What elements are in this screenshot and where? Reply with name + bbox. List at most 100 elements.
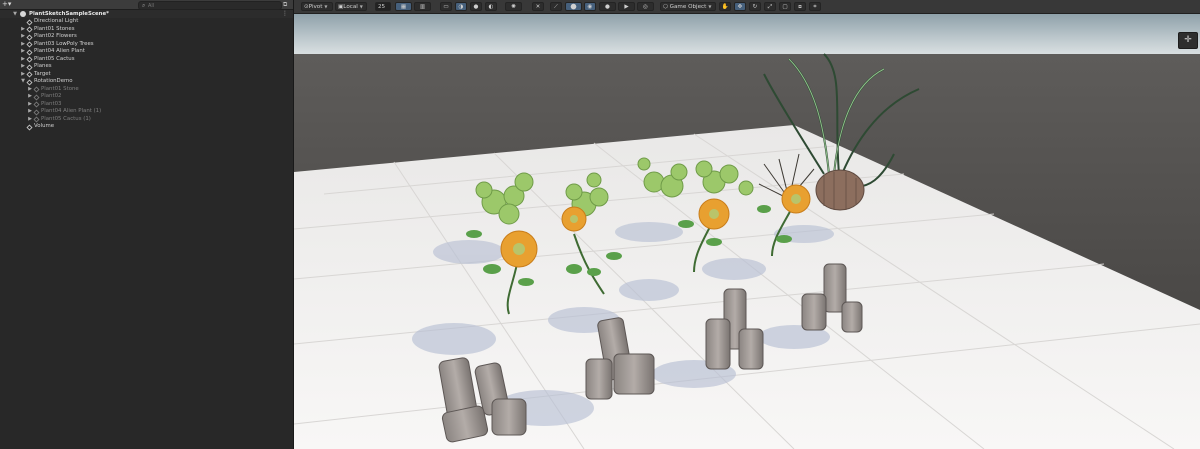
hierarchy-item[interactable]: ▶ Plant02 — [0, 93, 293, 101]
camera-settings-icon[interactable]: ● — [599, 2, 616, 11]
game-object-dropdown[interactable]: ⬡ Game Object ▼ — [660, 2, 716, 11]
scene-name: PlantSketchSampleScene* — [29, 11, 109, 17]
hierarchy-options-icon[interactable]: ⧉ — [283, 1, 291, 8]
hierarchy-item[interactable]: ▶ Plant04 Alien Plant (1) — [0, 108, 293, 116]
sky — [294, 14, 1200, 54]
game-object-label: Game Object — [669, 4, 707, 10]
hierarchy-item[interactable]: ▶ Target — [0, 71, 293, 79]
hierarchy-item-label: Plant04 Alien Plant (1) — [41, 108, 102, 114]
hierarchy-item[interactable]: ▶ Plant03 — [0, 101, 293, 109]
scene-root-row[interactable]: ▼ PlantSketchSampleScene* ⋮ — [0, 10, 293, 18]
hierarchy-item-label: Plant02 Flowers — [34, 33, 77, 39]
expand-arrow-icon[interactable]: ▶ — [20, 71, 26, 79]
expand-arrow-icon[interactable]: ▼ — [20, 78, 26, 86]
gameobject-icon — [33, 101, 40, 108]
hierarchy-item[interactable]: ▶ Plant01 Stones — [0, 26, 293, 34]
gameobject-icon — [26, 123, 33, 131]
2d-toggle-icon[interactable]: ◐ — [485, 2, 497, 11]
expand-arrow-icon[interactable]: ▶ — [20, 41, 26, 49]
fx-icon[interactable]: ⟋ — [550, 2, 562, 11]
snap-settings-button[interactable]: ▥ — [414, 2, 431, 11]
cube-icon: ⬡ — [663, 4, 670, 10]
expand-arrow-icon[interactable]: ▼ — [12, 10, 18, 18]
hierarchy-panel: +▾ ⌕ ⧉ ▼ PlantSketchSampleScene* ⋮ Direc… — [0, 0, 293, 449]
hand-tool-icon[interactable]: ✋ — [719, 2, 731, 11]
chevron-down-icon: ▼ — [324, 4, 328, 9]
visibility-toggle-icon[interactable]: ◉ — [584, 2, 596, 11]
orientation-gizmo-button[interactable]: ✛ — [1178, 32, 1198, 49]
hierarchy-item[interactable]: Volume — [0, 123, 293, 131]
scene-toolbar: ⊙Pivot ▼ ▣Local ▼ 25 ▦ ▥ ▭ ◑ ● ◐ ✺ ✕ ⟋ ⬤ ◉… — [294, 0, 1200, 14]
scene-view: ⊙Pivot ▼ ▣Local ▼ 25 ▦ ▥ ▭ ◑ ● ◐ ✺ ✕ ⟋ ⬤ ◉… — [294, 0, 1200, 449]
hierarchy-item-label: Planes — [34, 63, 52, 69]
hierarchy-item[interactable]: ▶ Plant03 LowPoly Trees — [0, 41, 293, 49]
hierarchy-item[interactable]: ▶ Plant04 Alien Plant — [0, 48, 293, 56]
hierarchy-item-label: Plant03 — [41, 100, 62, 107]
cactus-ball — [815, 169, 865, 211]
hierarchy-item-label: Plant01 Stones — [34, 25, 75, 32]
rotate-tool-icon[interactable]: ↻ — [749, 2, 761, 11]
gameobject-icon — [26, 41, 33, 48]
chevron-down-icon: ▼ — [708, 4, 712, 9]
scene-visibility-icon[interactable]: ⬤ — [565, 2, 582, 11]
expand-arrow-icon[interactable]: ▶ — [20, 26, 26, 34]
effects-dropdown[interactable]: ✺ — [505, 2, 522, 11]
hierarchy-item-label: Plant04 Alien Plant — [34, 48, 85, 54]
expand-arrow-icon[interactable]: ▶ — [27, 86, 33, 94]
custom-tool-icon[interactable]: ⌗ — [809, 2, 821, 11]
expand-arrow-icon[interactable]: ▶ — [27, 108, 33, 116]
local-label: Local — [343, 4, 358, 10]
hierarchy-search-input[interactable] — [148, 2, 273, 9]
expand-arrow-icon[interactable]: ▶ — [20, 33, 26, 41]
expand-arrow-icon[interactable]: ▶ — [27, 101, 33, 109]
expand-arrow-icon[interactable]: ▶ — [27, 93, 33, 101]
gameobject-icon — [33, 116, 40, 123]
hierarchy-item[interactable]: ▶ Plant05 Cactus — [0, 56, 293, 64]
expand-arrow-icon[interactable]: ▶ — [20, 56, 26, 64]
hierarchy-item[interactable]: ▶ Planes — [0, 63, 293, 71]
lighting-icon[interactable]: ● — [470, 2, 482, 11]
search-icon: ⌕ — [142, 2, 146, 9]
hierarchy-item-label: Plant05 Cactus — [34, 55, 75, 62]
hierarchy-item[interactable]: Directional Light — [0, 18, 293, 26]
gameobject-icon — [26, 78, 33, 86]
hierarchy-item-label: RotationDemo — [34, 78, 73, 84]
shaded-icon[interactable]: ◑ — [455, 2, 467, 11]
scene-render — [294, 14, 1200, 449]
draw-mode-icon[interactable]: ▭ — [440, 2, 452, 11]
hierarchy-item[interactable]: ▶ Plant01 Stone — [0, 86, 293, 94]
gameobject-icon — [26, 26, 33, 33]
gameobject-icon — [26, 56, 33, 63]
expand-arrow-icon[interactable]: ▶ — [27, 116, 33, 124]
audio-mute-icon[interactable]: ✕ — [532, 2, 544, 11]
rect-tool-icon[interactable]: ▢ — [779, 2, 791, 11]
render-camera-icon[interactable]: ▶ — [618, 2, 635, 11]
scene-viewport[interactable]: ✛ — [294, 14, 1200, 449]
snap-increment-field[interactable]: 25 — [375, 2, 391, 11]
transform-tool-icon[interactable]: ⧈ — [794, 2, 806, 11]
add-object-button[interactable]: +▾ — [2, 1, 14, 8]
gameobject-icon — [26, 48, 33, 56]
hierarchy-item[interactable]: ▼ RotationDemo — [0, 78, 293, 86]
unity-scene-icon — [20, 11, 26, 17]
gameobject-icon — [26, 18, 33, 26]
hierarchy-tree: ▼ PlantSketchSampleScene* ⋮ Directional … — [0, 10, 293, 131]
hierarchy-search[interactable]: ⌕ — [138, 1, 282, 10]
gameobject-icon — [33, 108, 40, 116]
scale-tool-icon[interactable]: ⤢ — [764, 2, 776, 11]
gizmos-dropdown[interactable]: ◎ — [637, 2, 654, 11]
hierarchy-item-label: Volume — [34, 123, 55, 129]
scene-menu-icon[interactable]: ⋮ — [282, 10, 288, 18]
local-dropdown[interactable]: ▣Local ▼ — [335, 2, 367, 11]
gameobject-icon — [26, 71, 33, 78]
hierarchy-item-label: Directional Light — [34, 18, 79, 24]
move-tool-icon[interactable]: ✥ — [734, 2, 746, 11]
expand-arrow-icon[interactable]: ▶ — [20, 48, 26, 56]
hierarchy-item[interactable]: ▶ Plant05 Cactus (1) — [0, 116, 293, 124]
grid-snap-button[interactable]: ▦ — [395, 2, 412, 11]
pivot-dropdown[interactable]: ⊙Pivot ▼ — [301, 2, 333, 11]
gameobject-icon — [26, 33, 33, 41]
gameobject-icon — [33, 86, 40, 93]
expand-arrow-icon[interactable]: ▶ — [20, 63, 26, 71]
hierarchy-item[interactable]: ▶ Plant02 Flowers — [0, 33, 293, 41]
